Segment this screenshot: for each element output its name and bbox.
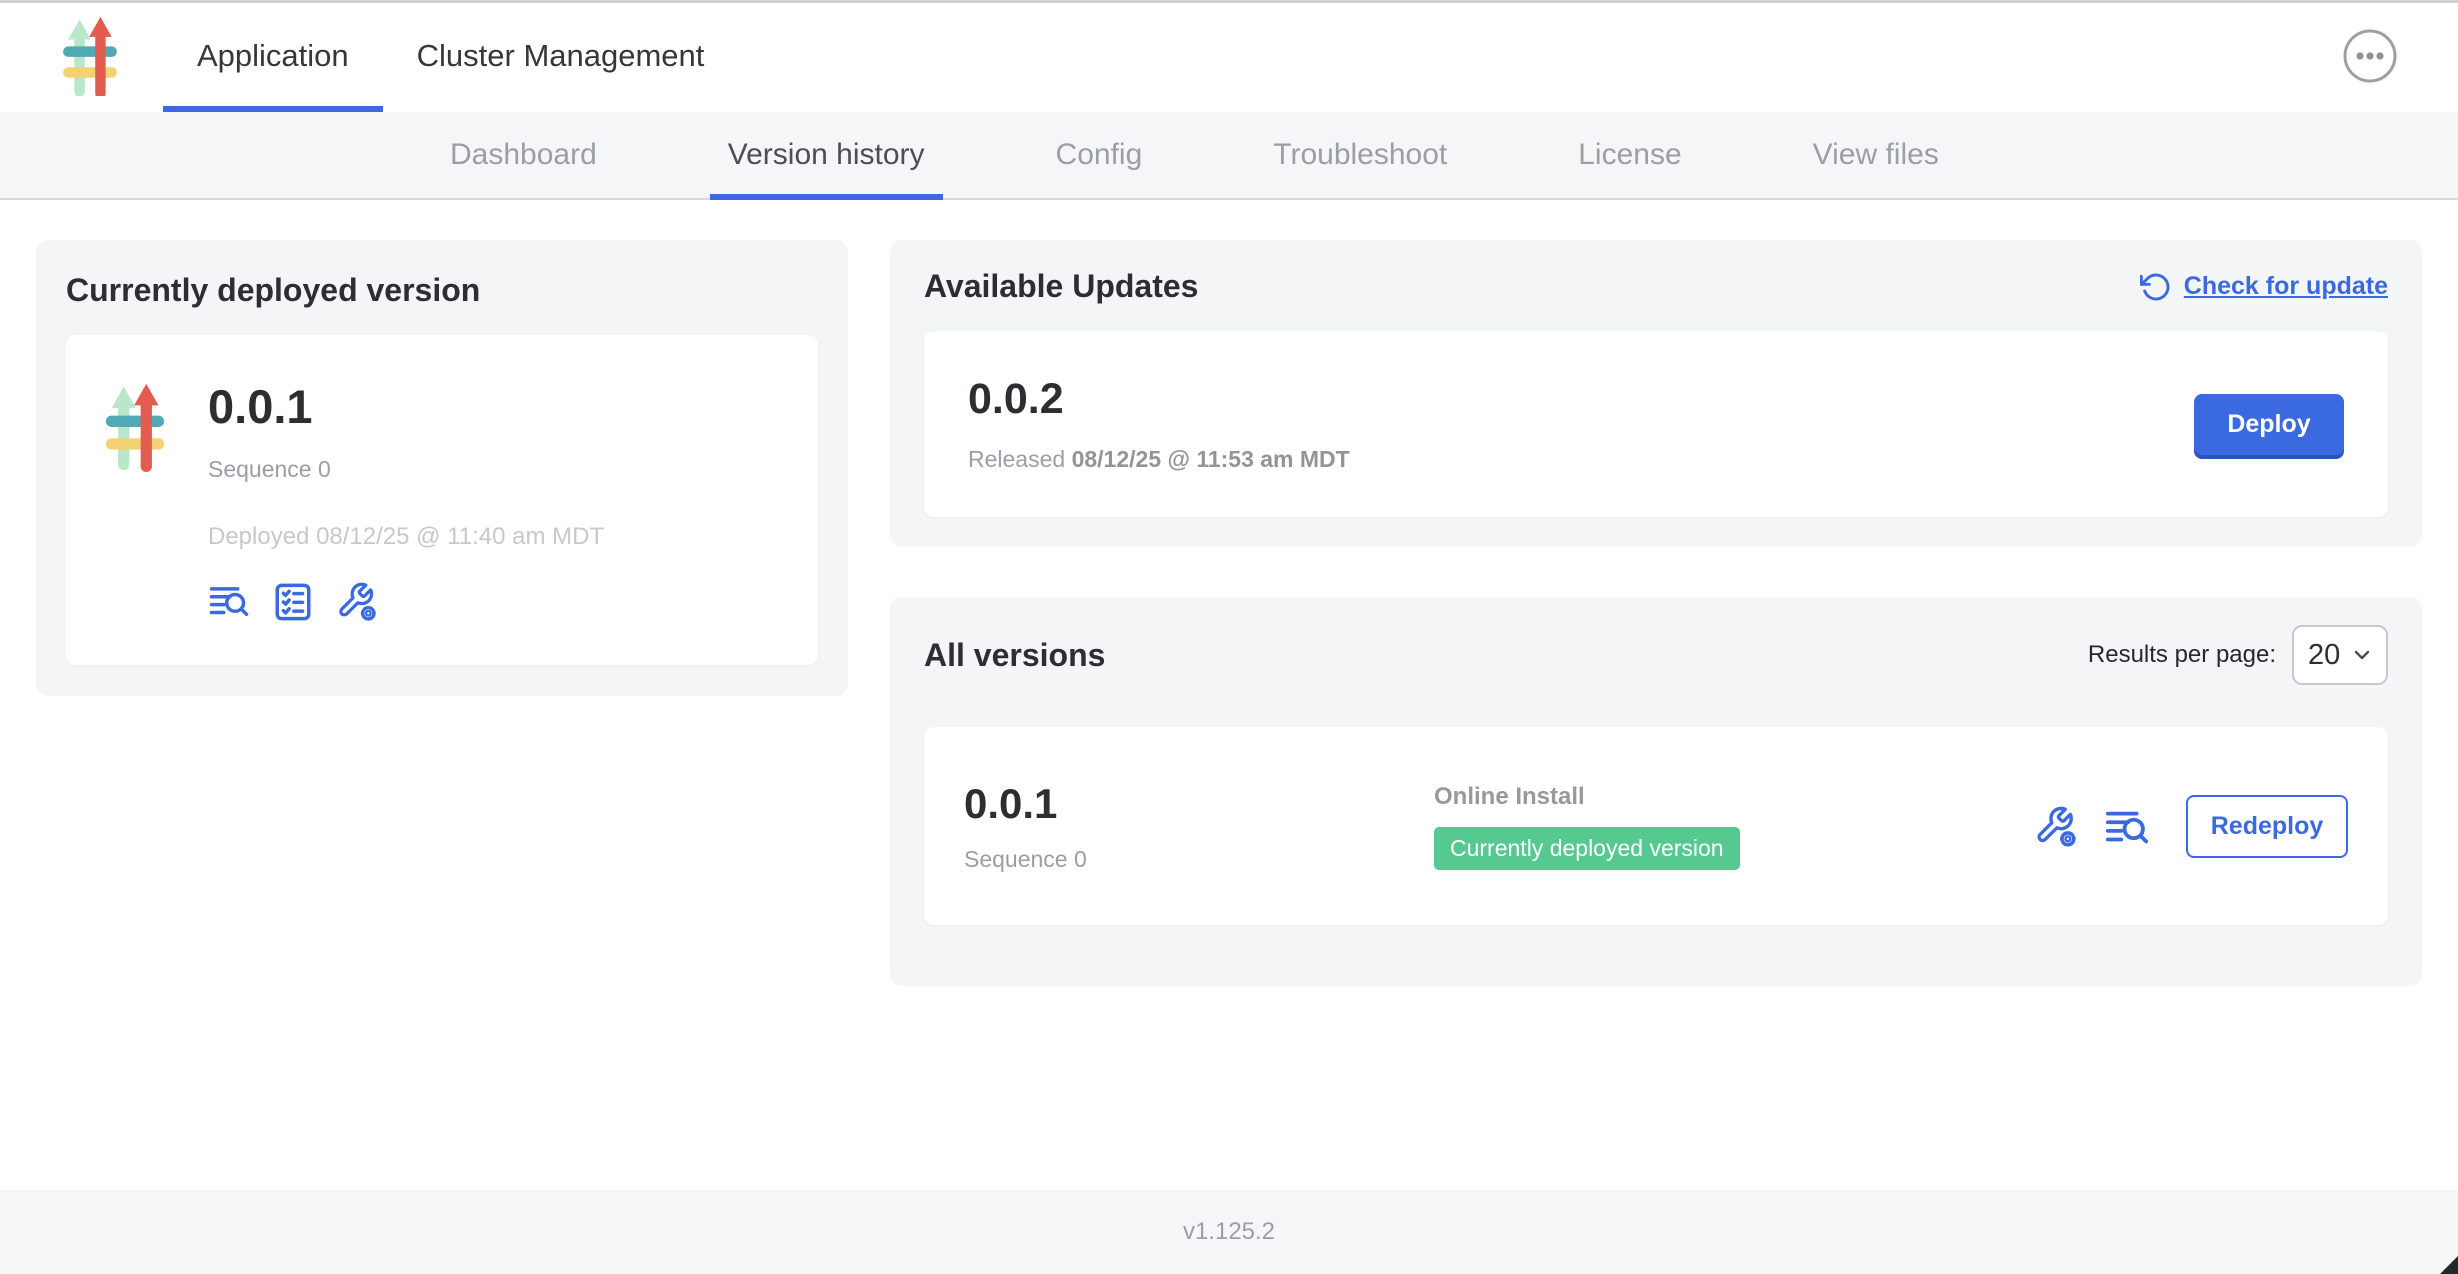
- tab-dashboard[interactable]: Dashboard: [432, 112, 615, 198]
- currently-deployed-badge: Currently deployed version: [1434, 827, 1740, 870]
- redeploy-button[interactable]: Redeploy: [2186, 795, 2348, 858]
- tab-view-files-label: View files: [1813, 138, 1939, 172]
- ellipsis-menu-icon[interactable]: [2342, 28, 2398, 84]
- available-updates-title: Available Updates: [924, 268, 1198, 305]
- released-prefix: Released: [968, 446, 1072, 472]
- app-logo-icon: [58, 16, 122, 96]
- tab-version-history[interactable]: Version history: [710, 112, 943, 198]
- tab-troubleshoot-label: Troubleshoot: [1273, 138, 1447, 172]
- results-per-page-label: Results per page:: [2088, 641, 2276, 669]
- tab-application-label: Application: [197, 38, 349, 74]
- deployed-version-number: 0.0.1: [208, 379, 604, 434]
- tab-cluster-management-label: Cluster Management: [417, 38, 705, 74]
- results-per-page-value: 20: [2308, 639, 2340, 672]
- mouse-cursor: [2440, 1256, 2458, 1274]
- chevron-down-icon: [2350, 643, 2374, 667]
- deploy-button[interactable]: Deploy: [2194, 394, 2344, 455]
- tab-license[interactable]: License: [1560, 112, 1699, 198]
- released-date: 08/12/25 @ 11:53 am MDT: [1072, 446, 1350, 472]
- update-released-timestamp: Released 08/12/25 @ 11:53 am MDT: [968, 446, 1350, 473]
- row-sequence: Sequence 0: [964, 846, 1434, 873]
- tab-application[interactable]: Application: [163, 0, 383, 112]
- refresh-icon: [2140, 271, 2172, 303]
- preflight-checks-icon[interactable]: [272, 581, 314, 623]
- available-update-row: 0.0.2 Released 08/12/25 @ 11:53 am MDT D…: [924, 331, 2388, 517]
- view-logs-icon[interactable]: [2104, 805, 2146, 847]
- check-for-update-link[interactable]: Check for update: [2140, 271, 2388, 303]
- tab-dashboard-label: Dashboard: [450, 138, 597, 172]
- app-logo-icon: [104, 377, 166, 475]
- tab-version-history-label: Version history: [728, 138, 925, 172]
- update-version-number: 0.0.2: [968, 375, 1350, 424]
- deployed-action-icons: [208, 581, 604, 623]
- results-per-page-select[interactable]: 20: [2292, 625, 2388, 685]
- window-top-edge: [0, 0, 2458, 3]
- tab-config-label: Config: [1056, 138, 1143, 172]
- all-versions-title: All versions: [924, 637, 1105, 674]
- tab-troubleshoot[interactable]: Troubleshoot: [1255, 112, 1465, 198]
- edit-config-icon[interactable]: [2034, 805, 2076, 847]
- all-versions-panel: All versions Results per page: 20 0.0.1 …: [890, 597, 2422, 986]
- app-header: Application Cluster Management: [0, 0, 2458, 112]
- currently-deployed-title: Currently deployed version: [66, 272, 818, 309]
- tab-license-label: License: [1578, 138, 1681, 172]
- app-subnav: Dashboard Version history Config Trouble…: [0, 112, 2458, 200]
- row-version-number: 0.0.1: [964, 780, 1434, 828]
- app-footer: v1.125.2: [0, 1190, 2458, 1274]
- version-row: 0.0.1 Sequence 0 Online Install Currentl…: [924, 727, 2388, 925]
- tab-cluster-management[interactable]: Cluster Management: [383, 0, 739, 112]
- row-install-type: Online Install: [1434, 783, 2034, 811]
- currently-deployed-panel: Currently deployed version 0.0.1 Sequenc…: [36, 240, 848, 696]
- primary-nav: Application Cluster Management: [163, 0, 738, 112]
- currently-deployed-card: 0.0.1 Sequence 0 Deployed 08/12/25 @ 11:…: [66, 335, 818, 665]
- tab-config[interactable]: Config: [1038, 112, 1161, 198]
- check-for-update-label: Check for update: [2184, 272, 2388, 301]
- available-updates-panel: Available Updates Check for update 0.0.2…: [890, 240, 2422, 547]
- tab-view-files[interactable]: View files: [1795, 112, 1957, 198]
- deployed-timestamp: Deployed 08/12/25 @ 11:40 am MDT: [208, 523, 604, 551]
- console-version: v1.125.2: [1183, 1218, 1275, 1246]
- edit-config-icon[interactable]: [336, 581, 378, 623]
- deployed-sequence: Sequence 0: [208, 456, 604, 483]
- view-logs-icon[interactable]: [208, 581, 250, 623]
